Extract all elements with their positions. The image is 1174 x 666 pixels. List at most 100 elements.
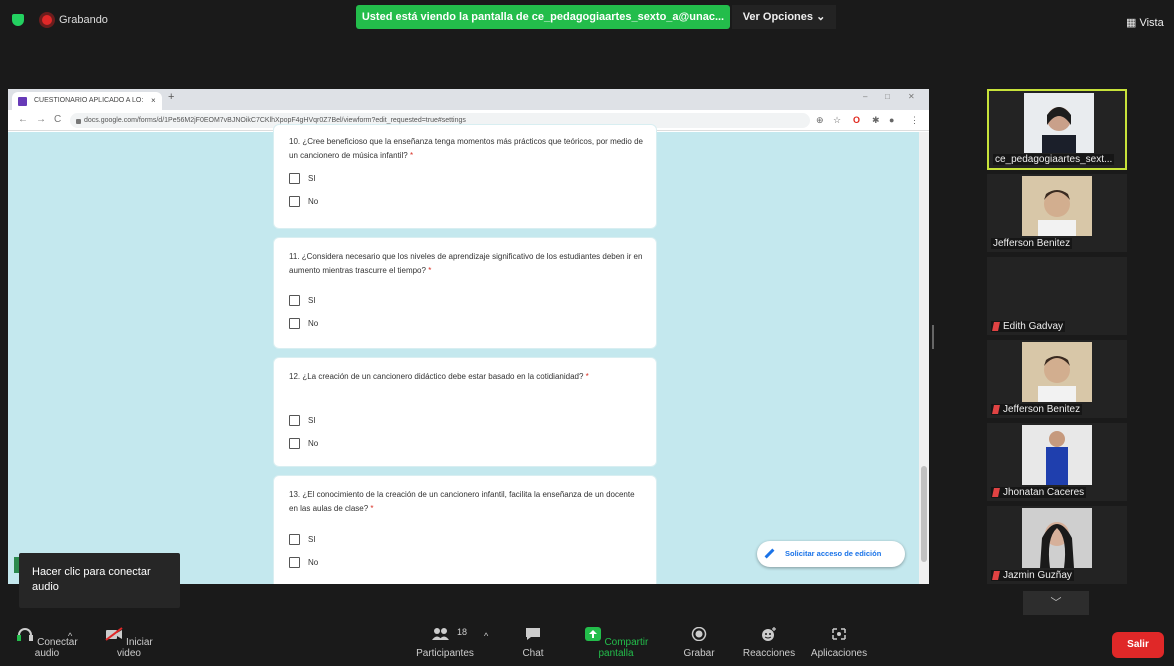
video-tile[interactable]: Jazmin Guzñay — [987, 506, 1127, 584]
form-content: 10. ¿Cree beneficioso que la enseñanza t… — [8, 124, 929, 584]
shield-icon[interactable] — [12, 14, 24, 26]
chevron-down-icon: ⌄ — [816, 11, 826, 23]
muted-mic-icon — [992, 570, 1000, 580]
video-tile[interactable]: Edith Gadvay — [987, 257, 1127, 335]
meeting-toolbar: Conectar audio ^ Iniciar video 18 Partic… — [0, 615, 1174, 666]
checkbox[interactable] — [289, 438, 300, 449]
record-button[interactable]: Grabar — [680, 626, 718, 659]
option-si[interactable]: SI — [289, 534, 316, 545]
recording-icon — [42, 15, 52, 25]
extensions-icon[interactable]: ✱ — [872, 115, 880, 126]
option-no[interactable]: No — [289, 438, 318, 449]
participant-name: ce_pedagogiaartes_sext... — [993, 154, 1115, 165]
question-card-12: 12. ¿La creación de un cancionero didáct… — [273, 357, 657, 467]
participants-icon — [432, 628, 449, 640]
tab-strip: CUESTIONARIO APLICADO A LO: × + – □ ✕ — [8, 89, 929, 110]
share-icon[interactable]: ⊕ — [816, 115, 824, 126]
checkbox[interactable] — [289, 196, 300, 207]
browser-tab[interactable]: CUESTIONARIO APLICADO A LO: × — [12, 92, 162, 110]
profile-icon[interactable]: ● — [889, 115, 894, 125]
menu-dots-icon[interactable]: ⋮ — [910, 115, 919, 126]
connect-audio-tooltip: Hacer clic para conectar audio — [19, 553, 180, 608]
question-card-13: 13. ¿El conocimiento de la creación de u… — [273, 475, 657, 584]
close-window-icon[interactable]: ✕ — [908, 92, 915, 101]
gallery-scroll-button[interactable]: ﹀ — [1023, 591, 1089, 615]
participant-name: Edith Gadvay — [991, 321, 1066, 332]
participant-video — [1022, 425, 1092, 485]
opera-icon[interactable]: O — [853, 115, 860, 125]
option-si[interactable]: SI — [289, 295, 316, 306]
participant-name: Jefferson Benitez — [991, 238, 1073, 249]
video-tile[interactable]: Jefferson Benitez — [987, 174, 1127, 252]
split-divider[interactable] — [932, 325, 934, 349]
audio-options-caret[interactable]: ^ — [68, 631, 72, 641]
reactions-icon — [762, 627, 776, 641]
forms-icon — [18, 97, 27, 106]
muted-mic-icon — [992, 487, 1000, 497]
option-si[interactable]: SI — [289, 173, 316, 184]
chat-icon — [526, 628, 540, 640]
minimize-icon[interactable]: – — [863, 92, 867, 101]
video-tile-host[interactable]: ce_pedagogiaartes_sext... — [987, 89, 1127, 170]
leave-meeting-button[interactable]: Salir — [1112, 632, 1164, 658]
checkbox[interactable] — [289, 173, 300, 184]
bookmark-star-icon[interactable]: ☆ — [833, 115, 841, 126]
apps-button[interactable]: Aplicaciones — [808, 627, 870, 659]
option-si[interactable]: SI — [289, 415, 316, 426]
share-screen-icon — [584, 627, 601, 641]
video-tile[interactable]: Jefferson Benitez — [987, 340, 1127, 418]
recording-label: Grabando — [59, 14, 108, 26]
new-tab-button[interactable]: + — [168, 91, 174, 103]
screen-share-banner: Usted está viendo la pantalla de ce_peda… — [356, 5, 730, 29]
checkbox[interactable] — [289, 318, 300, 329]
scrollbar-thumb[interactable] — [921, 466, 927, 562]
option-no[interactable]: No — [289, 557, 318, 568]
participant-name: Jhonatan Caceres — [991, 487, 1087, 498]
participant-count: 18 — [457, 627, 468, 637]
apps-icon — [832, 628, 846, 640]
checkbox[interactable] — [289, 557, 300, 568]
tab-title: CUESTIONARIO APLICADO A LO: — [34, 97, 144, 104]
option-no[interactable]: No — [289, 196, 318, 207]
video-off-icon — [105, 627, 123, 641]
question-text: 10. ¿Cree beneficioso que la enseñanza t… — [289, 137, 643, 160]
muted-mic-icon — [992, 404, 1000, 414]
view-options-label: Ver Opciones — [742, 11, 814, 23]
start-video-button[interactable]: Iniciar video — [98, 627, 160, 659]
question-card-10: 10. ¿Cree beneficioso que la enseñanza t… — [273, 124, 657, 229]
checkbox[interactable] — [289, 534, 300, 545]
grid-icon: ▦ — [1126, 17, 1137, 29]
checkbox[interactable] — [289, 295, 300, 306]
question-text: 11. ¿Considera necesario que los niveles… — [289, 252, 643, 275]
maximize-icon[interactable]: □ — [885, 92, 890, 101]
chat-button[interactable]: Chat — [518, 627, 548, 659]
lock-icon — [76, 119, 81, 124]
question-text: 13. ¿El conocimiento de la creación de u… — [289, 490, 635, 513]
share-screen-button[interactable]: Compartir pantalla — [570, 627, 662, 659]
view-label: Vista — [1139, 17, 1164, 29]
participant-name: Jazmin Guzñay — [991, 570, 1074, 581]
participants-button[interactable]: 18 Participantes — [410, 627, 480, 659]
muted-mic-icon — [992, 321, 1000, 331]
participant-video — [1024, 93, 1094, 153]
participant-video — [1022, 508, 1092, 568]
connect-audio-button[interactable]: Conectar audio — [10, 627, 84, 659]
view-options-button[interactable]: Ver Opciones ⌄ — [732, 5, 836, 29]
checkbox[interactable] — [289, 415, 300, 426]
participants-options-caret[interactable]: ^ — [484, 631, 488, 641]
record-icon — [691, 626, 707, 642]
close-tab-icon[interactable]: × — [151, 92, 156, 110]
participant-video — [1022, 176, 1092, 236]
option-no[interactable]: No — [289, 318, 318, 329]
request-edit-access-button[interactable]: Solicitar acceso de edición — [757, 541, 905, 567]
video-tile[interactable]: Jhonatan Caceres — [987, 423, 1127, 501]
question-text: 12. ¿La creación de un cancionero didáct… — [289, 372, 589, 381]
view-button[interactable]: ▦ Vista — [1126, 16, 1164, 29]
forward-icon[interactable]: → — [36, 114, 46, 125]
back-icon[interactable]: ← — [18, 114, 28, 125]
participant-name: Jefferson Benitez — [991, 404, 1083, 415]
reactions-button[interactable]: Reacciones — [740, 627, 798, 659]
zoom-top-bar: Grabando Usted está viendo la pantalla d… — [0, 0, 1174, 40]
reload-icon[interactable]: C — [54, 114, 61, 125]
headphones-icon — [17, 628, 34, 641]
